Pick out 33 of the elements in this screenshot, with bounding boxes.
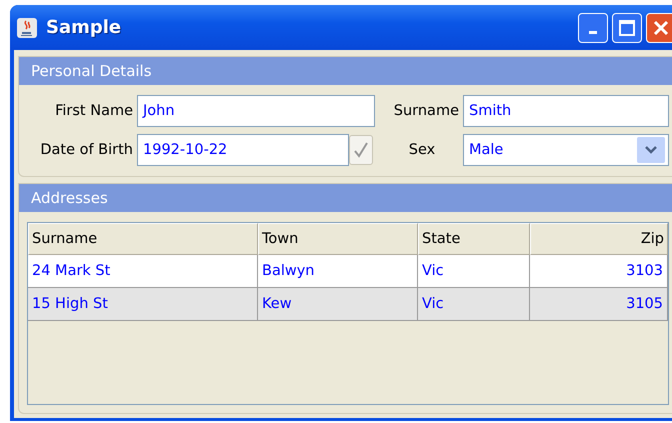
table-cell: 24 Mark St	[28, 255, 258, 288]
chevron-down-icon	[645, 146, 657, 154]
column-header[interactable]: Zip	[530, 223, 668, 255]
table-cell: Kew	[258, 288, 418, 321]
table-cell: Vic	[418, 255, 530, 288]
table-cell: 3105	[530, 288, 668, 321]
coffee-cup-icon	[16, 16, 38, 38]
section-header: Addresses	[19, 184, 672, 212]
dropdown[interactable]: Male	[463, 134, 669, 166]
table-cell: Vic	[418, 288, 530, 321]
table-cell: 3103	[530, 255, 668, 288]
minimize-button[interactable]	[578, 12, 608, 42]
column-header[interactable]: Surname	[28, 223, 258, 255]
column-header[interactable]: State	[418, 223, 530, 255]
date-field[interactable]: 1992-10-22	[137, 134, 349, 166]
minimize-icon	[589, 30, 597, 34]
input-field[interactable]: John	[137, 95, 375, 127]
column-header[interactable]: Town	[258, 223, 418, 255]
section-header: Personal Details	[19, 57, 672, 85]
field-label: Surname	[392, 103, 460, 119]
maximize-icon	[618, 18, 636, 36]
close-button[interactable]	[646, 12, 672, 42]
checkmark-icon	[353, 141, 369, 159]
input-field[interactable]: Smith	[463, 95, 669, 127]
window-title: Sample	[46, 17, 122, 38]
maximize-button[interactable]	[612, 12, 642, 42]
close-icon	[652, 18, 670, 36]
field-label: Date of Birth	[39, 142, 134, 158]
checkbox[interactable]	[349, 135, 373, 165]
table-cell: Balwyn	[258, 255, 418, 288]
field-label: Sex	[408, 142, 436, 158]
field-label: First Name	[54, 103, 134, 119]
table-cell: 15 High St	[28, 288, 258, 321]
